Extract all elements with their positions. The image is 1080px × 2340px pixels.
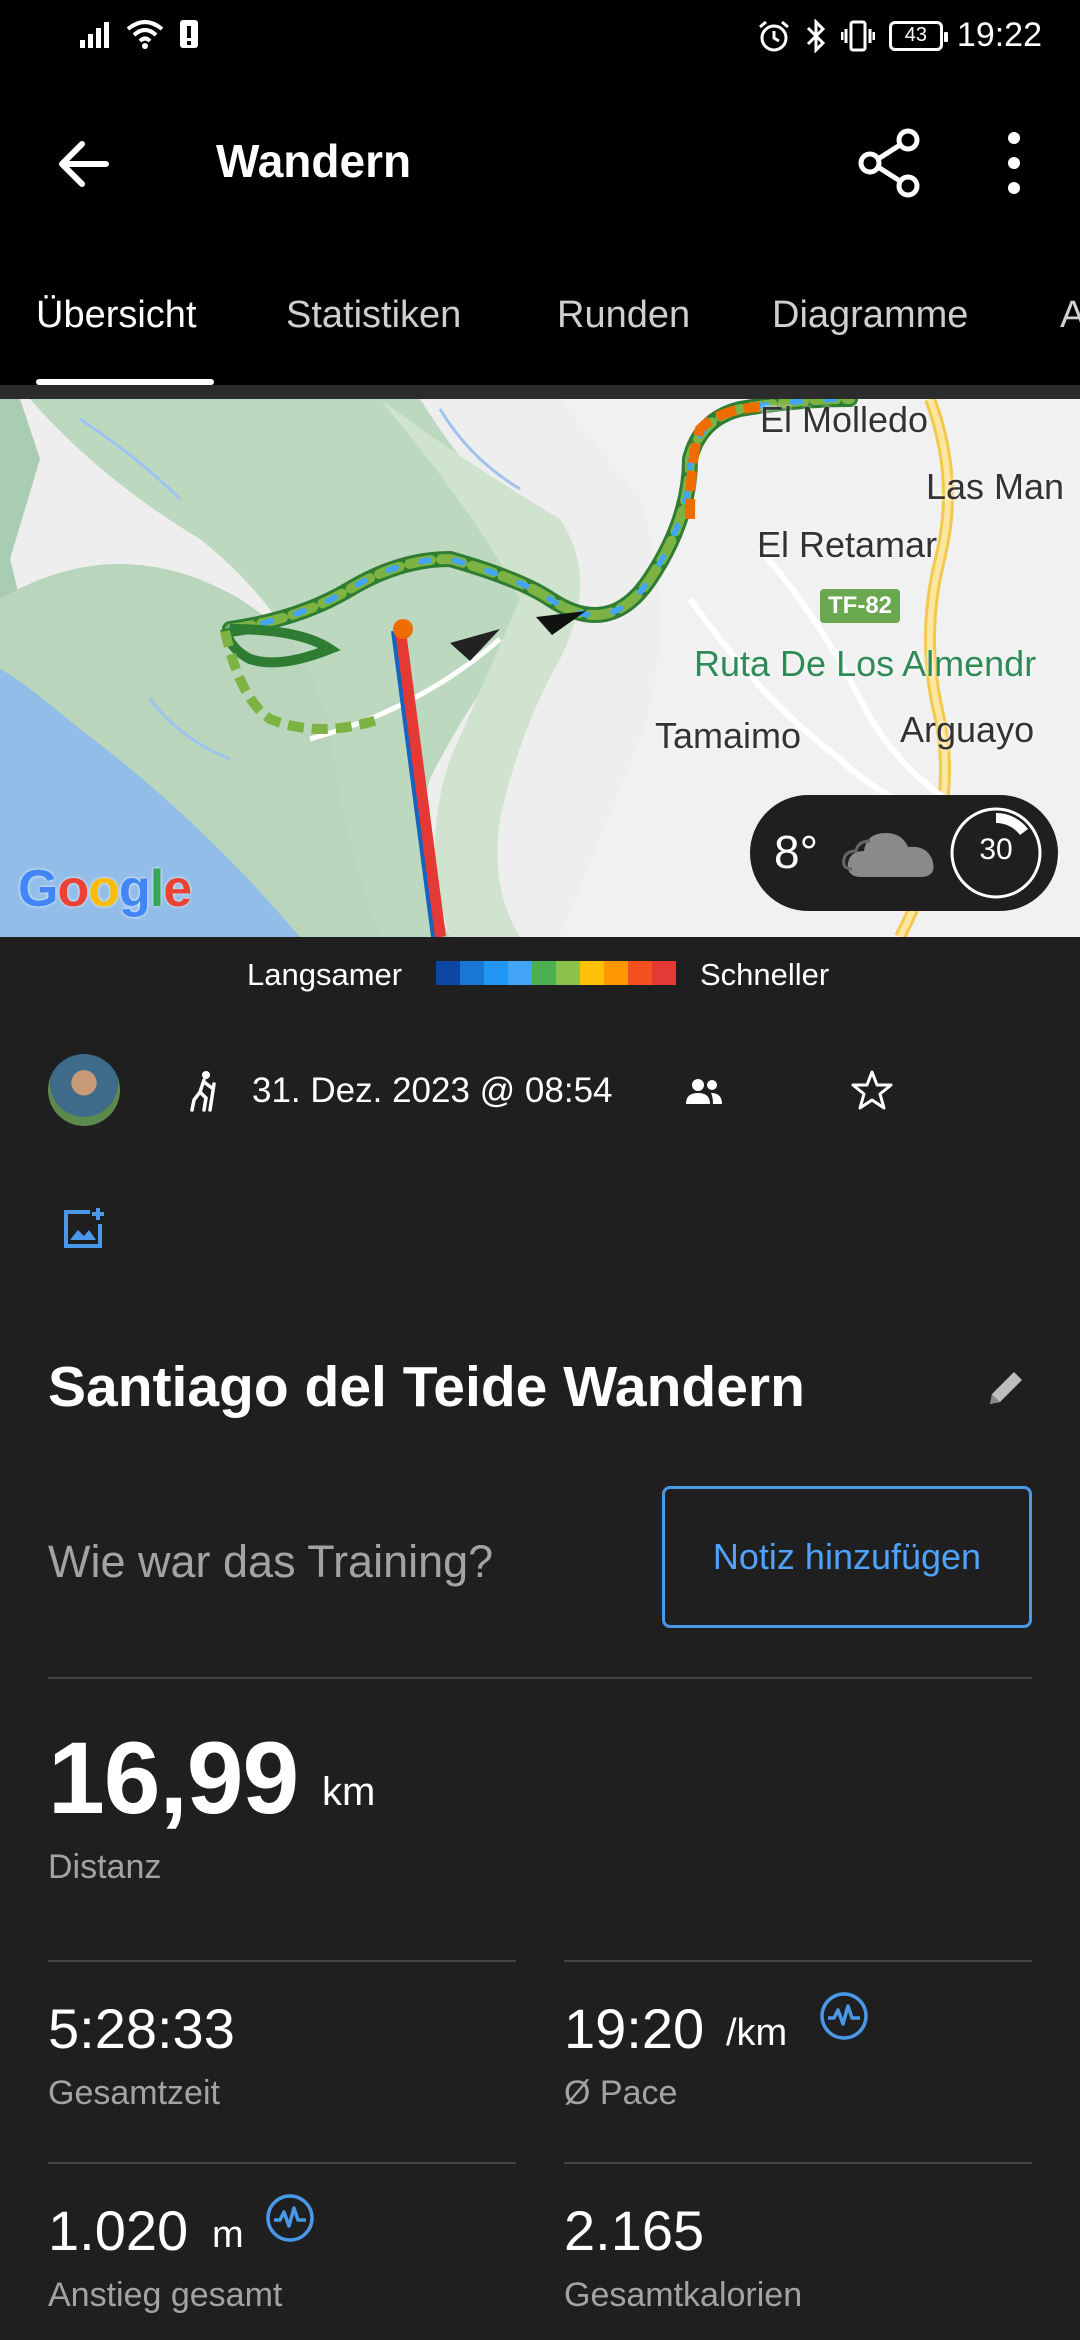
tab-statistics[interactable]: Statistiken: [286, 294, 461, 337]
cloud-icon: [842, 833, 934, 877]
pulse-icon[interactable]: [264, 2192, 316, 2244]
map-label-manchas: Las Man: [926, 466, 1065, 507]
weather-widget[interactable]: 8° 30: [750, 795, 1058, 911]
legend-color-swatch: [604, 961, 628, 985]
map-label-arguayo: Arguayo: [900, 709, 1035, 750]
google-logo: Google: [18, 860, 192, 918]
ascent-value: 1.020: [48, 2199, 189, 2262]
bluetooth-icon: [806, 18, 826, 53]
legend-color-swatch: [652, 961, 676, 985]
map-label-retamar: El Retamar: [757, 524, 938, 565]
weather-temperature: 8°: [774, 826, 818, 878]
people-icon[interactable]: [684, 1076, 724, 1106]
status-time: 19:22: [956, 16, 1042, 54]
ascent-label: Anstieg gesamt: [48, 2276, 283, 2314]
note-prompt: Wie war das Training?: [48, 1536, 494, 1587]
legend-color-swatch: [580, 961, 604, 985]
signal-icon: [80, 22, 109, 48]
status-bar: 43 19:22: [0, 0, 1080, 80]
divider: [564, 2162, 1032, 2164]
map-label-ruta: Ruta De Los Almendr: [694, 643, 1037, 684]
speed-legend: Langsamer Schneller: [0, 937, 1080, 1009]
route-map[interactable]: El Molledo Las Man El Retamar TF-82 Ruta…: [0, 399, 1080, 937]
tab-laps[interactable]: Runden: [557, 294, 690, 337]
share-icon[interactable]: [850, 124, 928, 202]
alarm-icon: [758, 20, 789, 51]
legend-color-swatch: [556, 961, 580, 985]
vibrate-icon: [840, 20, 875, 51]
legend-color-bar: [436, 961, 676, 985]
app-bar: Wandern: [0, 80, 1080, 240]
tab-overview[interactable]: Übersicht: [36, 294, 197, 337]
add-photo-icon[interactable]: [62, 1206, 106, 1250]
battery-icon: 43: [888, 20, 948, 51]
legend-color-swatch: [484, 961, 508, 985]
pulse-icon[interactable]: [818, 1990, 870, 2042]
total-time-label: Gesamtzeit: [48, 2074, 220, 2112]
divider: [48, 1960, 516, 1962]
tab-charts[interactable]: Diagramme: [772, 294, 968, 337]
activity-date: 31. Dez. 2023 @ 08:54: [252, 1071, 613, 1110]
ascent-unit: m: [212, 2214, 244, 2256]
back-arrow-icon[interactable]: [48, 128, 120, 200]
legend-fast-label: Schneller: [700, 957, 830, 992]
battery-level: 43: [904, 24, 928, 46]
legend-color-swatch: [508, 961, 532, 985]
total-time-value: 5:28:33: [48, 1997, 235, 2060]
wifi-icon: [126, 20, 164, 49]
distance-value: 16,99: [48, 1721, 299, 1835]
divider: [48, 1677, 1032, 1679]
legend-color-swatch: [436, 961, 460, 985]
pace-value: 19:20: [564, 1997, 705, 2060]
map-label-tamaimo: Tamaimo: [655, 715, 802, 756]
calories-label: Gesamtkalorien: [564, 2276, 803, 2314]
pace-label: Ø Pace: [564, 2074, 678, 2112]
tab-bar: Übersicht Statistiken Runden Diagramme A: [0, 240, 1080, 385]
more-vert-icon[interactable]: [990, 124, 1038, 202]
distance-label: Distanz: [48, 1848, 162, 1886]
divider: [564, 1960, 1032, 1962]
divider: [48, 2162, 516, 2164]
legend-slow-label: Langsamer: [247, 957, 403, 992]
weather-gauge-value: 30: [979, 833, 1013, 866]
add-note-button[interactable]: Notiz hinzufügen: [662, 1486, 1032, 1628]
map-label-molledo: El Molledo: [760, 399, 929, 440]
star-icon[interactable]: [850, 1068, 894, 1112]
page-title: Wandern: [216, 135, 412, 187]
map-road-badge: TF-82: [820, 589, 901, 623]
tab-divider: [0, 385, 1080, 399]
activity-title: Santiago del Teide Wandern: [48, 1355, 805, 1419]
hiking-icon: [190, 1071, 216, 1112]
legend-color-swatch: [460, 961, 484, 985]
pace-unit: /km: [726, 2012, 788, 2054]
edit-pencil-icon[interactable]: [984, 1366, 1028, 1410]
avatar[interactable]: [48, 1054, 120, 1126]
legend-color-swatch: [628, 961, 652, 985]
tab-more[interactable]: A: [1060, 294, 1080, 337]
sim-icon: [180, 20, 198, 48]
distance-unit: km: [322, 1770, 376, 1814]
legend-color-swatch: [532, 961, 556, 985]
calories-value: 2.165: [564, 2199, 705, 2262]
